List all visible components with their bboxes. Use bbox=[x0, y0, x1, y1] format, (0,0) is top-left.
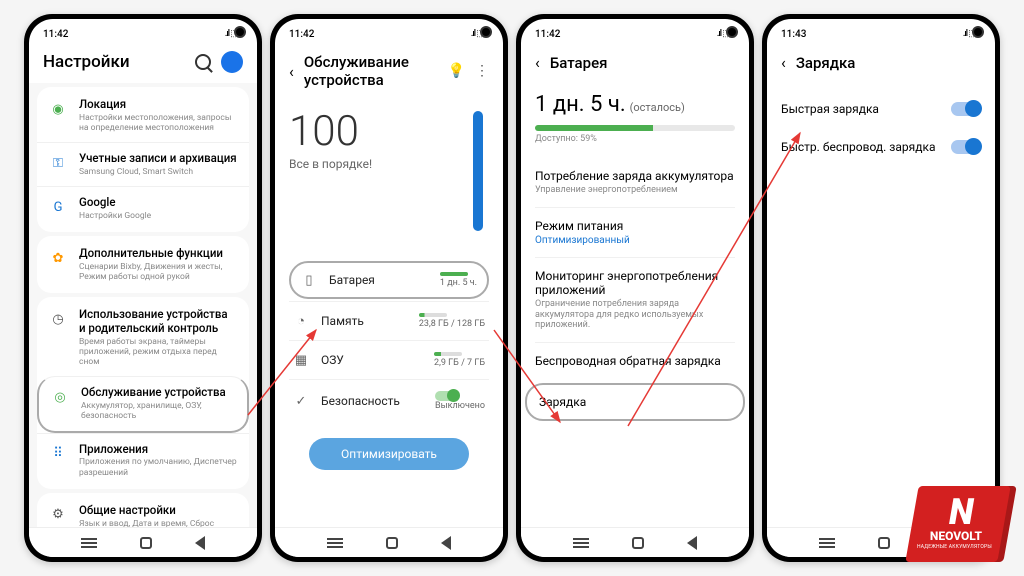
battery-item[interactable]: Зарядка bbox=[525, 383, 745, 421]
home-button[interactable] bbox=[632, 537, 644, 549]
row-icon: ⠿ bbox=[49, 445, 67, 463]
phone-1: 11:42 .ıl ⬚ ▮ Настройки ◉ЛокацияНастройк… bbox=[24, 14, 262, 562]
page-title: Обслуживание устройства bbox=[304, 53, 438, 89]
page-title: Зарядка bbox=[796, 54, 981, 72]
header: ‹ Обслуживание устройства 💡 ⋮ bbox=[275, 45, 503, 99]
toggle-switch[interactable] bbox=[951, 140, 981, 154]
settings-row[interactable]: ◎ Обслуживание устройстваАккумулятор, хра… bbox=[37, 376, 249, 432]
row-icon: ▦ bbox=[293, 353, 309, 368]
header: Настройки bbox=[29, 45, 257, 83]
settings-row[interactable]: ✿ Дополнительные функцииСценарии Bixby, Д… bbox=[37, 238, 249, 291]
camera-cutout bbox=[726, 26, 738, 38]
battery-item[interactable]: Мониторинг энергопотребления приложенийО… bbox=[535, 257, 735, 342]
camera-cutout bbox=[972, 26, 984, 38]
battery-item[interactable]: Беспроводная обратная зарядка bbox=[535, 342, 735, 379]
phone-2: 11:42 .ıl ⬚ ▮ ‹ Обслуживание устройства … bbox=[270, 14, 508, 562]
settings-row[interactable]: ⠿ ПриложенияПриложения по умолчанию, Дисп… bbox=[37, 433, 249, 487]
row-title: Локация bbox=[79, 98, 237, 112]
row-title: Google bbox=[79, 196, 237, 210]
device-score: 100 bbox=[289, 111, 372, 153]
row-title: Учетные записи и архивация bbox=[79, 152, 237, 166]
settings-row[interactable]: ⚿ Учетные записи и архивацияSamsung Cloud… bbox=[37, 142, 249, 186]
phone-3: 11:42 .ıl ⬚ ▮ ‹ Батарея 1 дн. 5 ч.(остал… bbox=[516, 14, 754, 562]
back-nav-button[interactable] bbox=[687, 536, 697, 550]
back-nav-button[interactable] bbox=[441, 536, 451, 550]
row-title: Обслуживание устройства bbox=[81, 386, 235, 400]
status-time: 11:42 bbox=[43, 29, 225, 40]
score-bar bbox=[473, 111, 483, 231]
bulb-icon[interactable]: 💡 bbox=[448, 63, 465, 79]
row-subtitle: Аккумулятор, хранилище, ОЗУ, безопасност… bbox=[81, 401, 235, 421]
camera-cutout bbox=[234, 26, 246, 38]
status-bar: 11:42 .ıl ⬚ ▮ bbox=[275, 19, 503, 45]
toggle[interactable] bbox=[435, 391, 459, 401]
battery-progress bbox=[535, 125, 735, 131]
row-subtitle: Время работы экрана, таймеры приложений,… bbox=[79, 337, 237, 368]
battery-item[interactable]: Потребление заряда аккумулятораУправлени… bbox=[535, 158, 735, 207]
row-icon: ⚿ bbox=[49, 154, 67, 172]
search-icon[interactable] bbox=[195, 54, 211, 70]
camera-cutout bbox=[480, 26, 492, 38]
row-subtitle: Настройки местоположения, запросы на опр… bbox=[79, 113, 237, 133]
row-icon: G bbox=[49, 198, 67, 216]
row-icon: ✓ bbox=[293, 394, 309, 409]
row-title: Использование устройства и родительский … bbox=[79, 308, 237, 336]
back-icon[interactable]: ‹ bbox=[289, 62, 294, 81]
row-icon: ◎ bbox=[51, 388, 69, 406]
device-care-row[interactable]: ✓БезопасностьВыключено bbox=[289, 379, 489, 422]
recent-button[interactable] bbox=[573, 542, 589, 544]
recent-button[interactable] bbox=[81, 542, 97, 544]
row-title: Дополнительные функции bbox=[79, 247, 237, 261]
row-title: Общие настройки bbox=[79, 504, 237, 518]
row-subtitle: Сценарии Bixby, Движения и жесты, Режим … bbox=[79, 262, 237, 282]
recent-button[interactable] bbox=[327, 542, 343, 544]
row-icon: ◔ bbox=[293, 313, 309, 329]
status-bar: 11:42 .ıl ⬚ ▮ bbox=[29, 19, 257, 45]
home-button[interactable] bbox=[878, 537, 890, 549]
back-icon[interactable]: ‹ bbox=[781, 53, 786, 72]
battery-item[interactable]: Режим питанияОптимизированный bbox=[535, 207, 735, 257]
device-care-row[interactable]: ◔Память23,8 ГБ / 128 ГБ bbox=[289, 301, 489, 340]
charging-row[interactable]: Быстр. беспровод. зарядка bbox=[781, 128, 981, 166]
device-care-row[interactable]: ▦ОЗУ2,9 ГБ / 7 ГБ bbox=[289, 340, 489, 379]
device-care-row[interactable]: ▯Батарея1 дн. 5 ч. bbox=[289, 261, 489, 299]
row-subtitle: Настройки Google bbox=[79, 211, 237, 221]
row-icon: ◉ bbox=[49, 100, 67, 118]
settings-row[interactable]: ◷ Использование устройства и родительский… bbox=[37, 299, 249, 376]
row-subtitle: Samsung Cloud, Smart Switch bbox=[79, 167, 237, 177]
back-nav-button[interactable] bbox=[195, 536, 205, 550]
neovolt-logo: N NEOVOLT НАДЕЖНЫЕ АККУМУЛЯТОРЫ bbox=[912, 486, 1004, 562]
battery-remaining: 1 дн. 5 ч.(осталось) bbox=[535, 92, 735, 117]
status-text: Все в порядке! bbox=[289, 157, 372, 171]
nav-bar bbox=[29, 527, 257, 557]
row-icon: ⚙ bbox=[49, 506, 67, 524]
settings-row[interactable]: ⚙ Общие настройкиЯзык и ввод, Дата и врем… bbox=[37, 495, 249, 527]
row-icon: ◷ bbox=[49, 310, 67, 328]
row-subtitle: Приложения по умолчанию, Диспетчер разре… bbox=[79, 457, 237, 477]
more-icon[interactable]: ⋮ bbox=[475, 63, 489, 79]
avatar[interactable] bbox=[221, 51, 243, 73]
row-icon: ✿ bbox=[49, 249, 67, 267]
settings-row[interactable]: ◉ ЛокацияНастройки местоположения, запрос… bbox=[37, 89, 249, 142]
toggle-switch[interactable] bbox=[951, 102, 981, 116]
row-icon: ▯ bbox=[301, 273, 317, 288]
home-button[interactable] bbox=[386, 537, 398, 549]
phone-4: 11:43 .ıl ⬚ ▮ ‹ Зарядка Быстрая зарядкаБ… bbox=[762, 14, 1000, 562]
row-title: Приложения bbox=[79, 443, 237, 457]
page-title: Настройки bbox=[43, 52, 130, 72]
settings-row[interactable]: G GoogleНастройки Google bbox=[37, 186, 249, 230]
page-title: Батарея bbox=[550, 54, 735, 72]
battery-available: Доступно: 59% bbox=[535, 134, 735, 144]
charging-row[interactable]: Быстрая зарядка bbox=[781, 90, 981, 128]
row-subtitle: Язык и ввод, Дата и время, Сброс bbox=[79, 519, 237, 527]
home-button[interactable] bbox=[140, 537, 152, 549]
recent-button[interactable] bbox=[819, 542, 835, 544]
back-icon[interactable]: ‹ bbox=[535, 53, 540, 72]
optimize-button[interactable]: Оптимизировать bbox=[309, 438, 469, 470]
